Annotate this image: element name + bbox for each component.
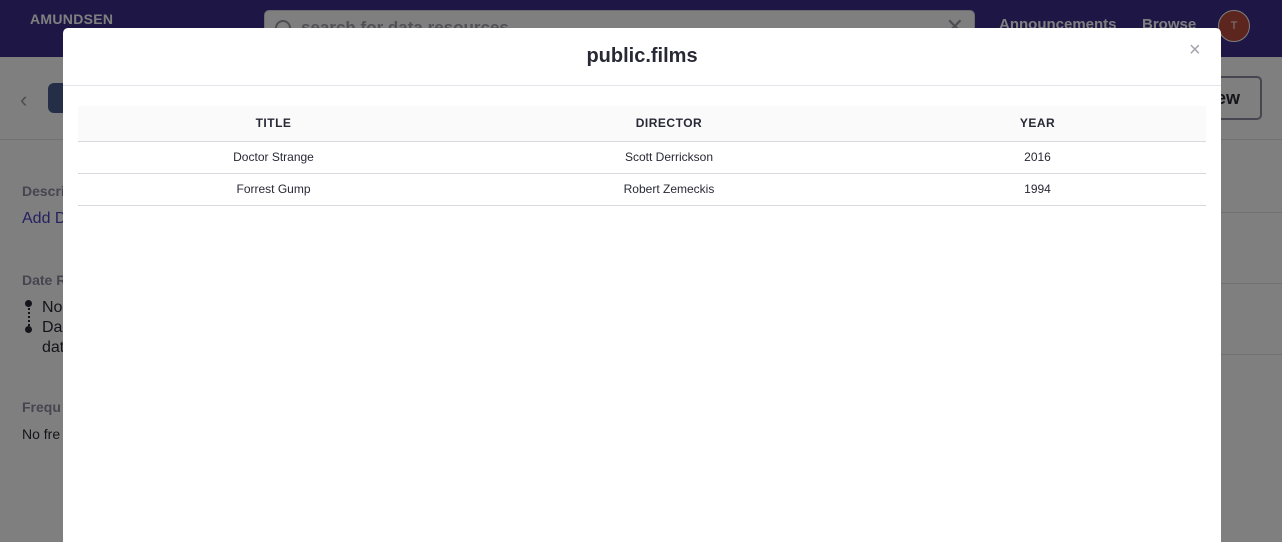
table-cell: Scott Derrickson <box>469 141 869 174</box>
table-cell: 2016 <box>869 141 1206 174</box>
table-header-row: TITLE DIRECTOR YEAR <box>78 106 1206 142</box>
data-preview-modal: public.films × TITLE DIRECTOR YEAR Docto… <box>63 28 1221 542</box>
preview-table-container: TITLE DIRECTOR YEAR Doctor Strange Scott… <box>78 106 1206 206</box>
table-cell: Doctor Strange <box>78 141 469 174</box>
preview-table: TITLE DIRECTOR YEAR Doctor Strange Scott… <box>78 106 1206 206</box>
modal-title: public.films <box>586 45 698 67</box>
modal-header: public.films × <box>63 28 1221 86</box>
table-cell: Robert Zemeckis <box>469 173 869 206</box>
column-header-director: DIRECTOR <box>469 106 869 142</box>
table-row: Forrest Gump Robert Zemeckis 1994 <box>78 173 1206 206</box>
column-header-year: YEAR <box>869 106 1206 142</box>
close-icon[interactable]: × <box>1189 39 1201 62</box>
table-cell: 1994 <box>869 173 1206 206</box>
table-cell: Forrest Gump <box>78 173 469 206</box>
column-header-title: TITLE <box>78 106 469 142</box>
table-row: Doctor Strange Scott Derrickson 2016 <box>78 141 1206 174</box>
